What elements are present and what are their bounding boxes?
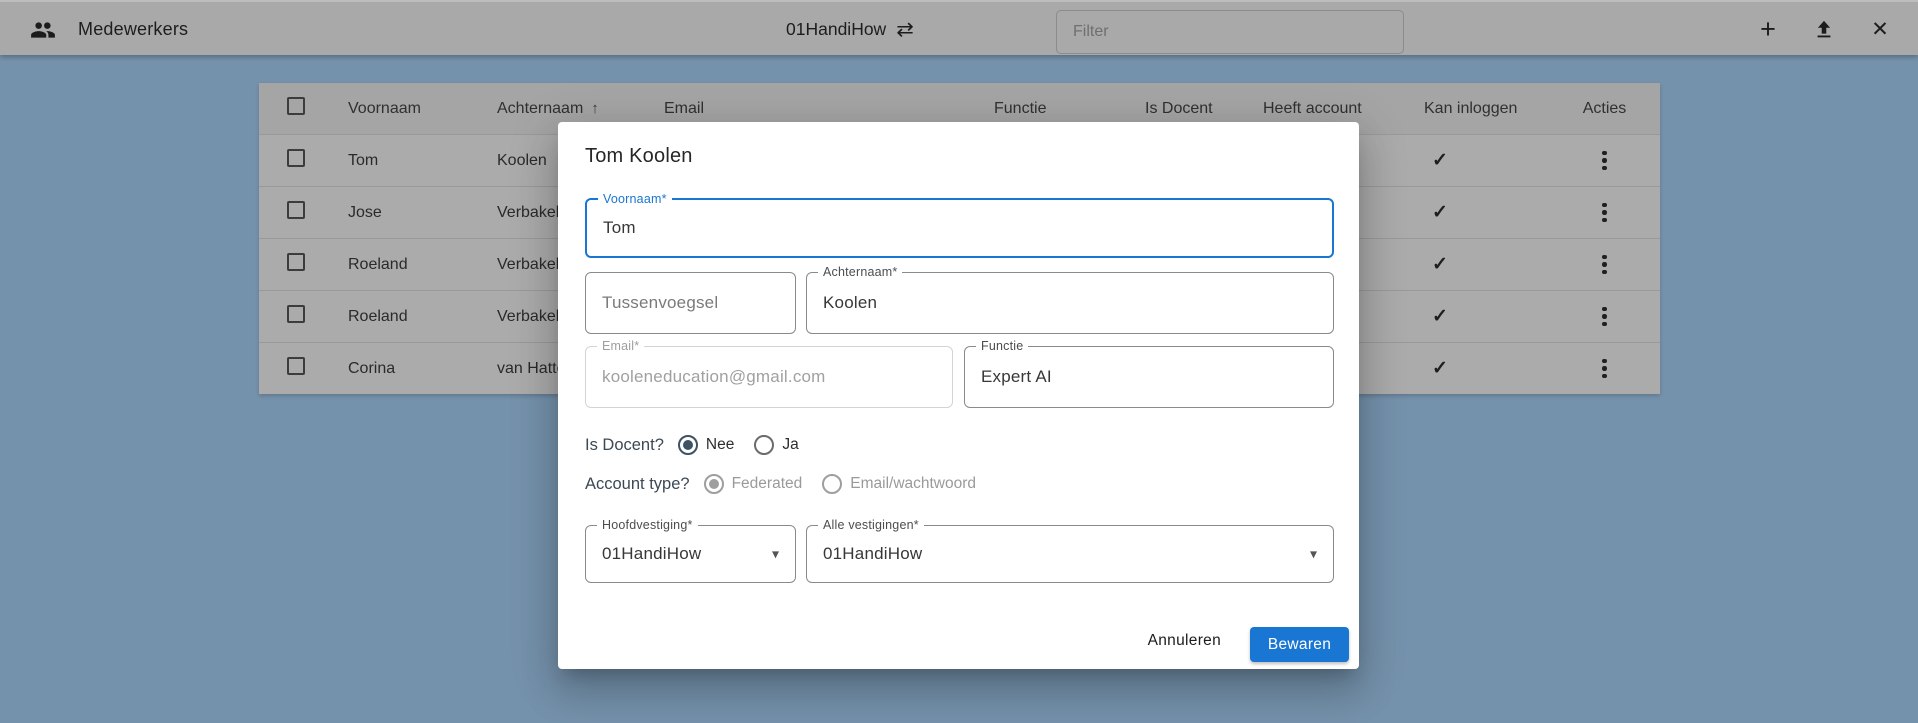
- account-type-label: Account type?: [585, 475, 690, 494]
- achternaam-field[interactable]: Achternaam* Koolen: [806, 272, 1334, 334]
- cell-voornaam: Tom: [320, 152, 469, 170]
- is-docent-radio-group: Is Docent? Nee Ja: [585, 432, 819, 458]
- row-checkbox[interactable]: [287, 201, 305, 219]
- alle-vestigingen-value: 01HandiHow: [823, 544, 922, 564]
- row-checkbox[interactable]: [287, 357, 305, 375]
- upload-icon[interactable]: [1810, 16, 1838, 44]
- row-actions-kebab-icon[interactable]: [1595, 255, 1615, 275]
- swap-organisation-icon[interactable]: ⇄: [896, 19, 914, 40]
- radio-federated-label: Federated: [732, 475, 803, 493]
- row-actions-kebab-icon[interactable]: [1595, 151, 1615, 171]
- row-actions-kebab-icon[interactable]: [1595, 307, 1615, 327]
- alle-vestigingen-label: Alle vestigingen*: [818, 517, 924, 533]
- col-header-functie[interactable]: Functie: [966, 100, 1117, 118]
- achternaam-label: Achternaam*: [818, 264, 902, 280]
- row-checkbox[interactable]: [287, 253, 305, 271]
- top-app-bar: Medewerkers 01HandiHow ⇄ Filter + ✕: [0, 0, 1918, 55]
- cell-voornaam: Roeland: [320, 308, 469, 326]
- page-title: Medewerkers: [78, 19, 188, 40]
- kan-inloggen-check-icon: ✓: [1396, 357, 1549, 380]
- radio-ja[interactable]: [754, 435, 774, 455]
- sort-ascending-icon: ↑: [591, 100, 599, 117]
- cell-voornaam: Corina: [320, 360, 469, 378]
- cell-voornaam: Roeland: [320, 256, 469, 274]
- voornaam-value: Tom: [603, 218, 636, 238]
- kan-inloggen-check-icon: ✓: [1396, 201, 1549, 224]
- close-icon[interactable]: ✕: [1866, 16, 1894, 44]
- hoofdvestiging-label: Hoofdvestiging*: [597, 517, 698, 533]
- radio-email-wachtwoord-label: Email/wachtwoord: [850, 475, 976, 493]
- col-header-voornaam[interactable]: Voornaam: [320, 100, 469, 118]
- people-icon: [30, 17, 56, 43]
- select-all-checkbox[interactable]: [287, 97, 305, 115]
- chevron-down-icon: ▾: [1310, 546, 1317, 563]
- row-actions-kebab-icon[interactable]: [1595, 203, 1615, 223]
- save-button[interactable]: Bewaren: [1250, 627, 1349, 662]
- functie-value: Expert AI: [981, 367, 1052, 387]
- dialog-title: Tom Koolen: [585, 145, 693, 168]
- radio-nee-label: Nee: [706, 436, 734, 454]
- radio-ja-label: Ja: [782, 436, 798, 454]
- cell-voornaam: Jose: [320, 204, 469, 222]
- edit-medewerker-dialog: Tom Koolen Voornaam* Tom Tussenvoegsel A…: [558, 122, 1359, 669]
- chevron-down-icon: ▾: [772, 546, 779, 563]
- col-header-acties: Acties: [1549, 100, 1660, 118]
- kan-inloggen-check-icon: ✓: [1396, 149, 1549, 172]
- alle-vestigingen-select[interactable]: Alle vestigingen* 01HandiHow ▾: [806, 525, 1334, 583]
- functie-label: Functie: [976, 338, 1028, 354]
- is-docent-label: Is Docent?: [585, 436, 664, 455]
- email-label: Email*: [597, 338, 644, 354]
- account-type-radio-group: Account type? Federated Email/wachtwoord: [585, 471, 996, 497]
- row-checkbox[interactable]: [287, 149, 305, 167]
- functie-field[interactable]: Functie Expert AI: [964, 346, 1334, 408]
- radio-nee[interactable]: [678, 435, 698, 455]
- kan-inloggen-check-icon: ✓: [1396, 253, 1549, 276]
- radio-email-wachtwoord: [822, 474, 842, 494]
- col-header-kan-inloggen[interactable]: Kan inloggen: [1396, 100, 1549, 118]
- achternaam-value: Koolen: [823, 293, 877, 313]
- row-checkbox[interactable]: [287, 305, 305, 323]
- email-field: Email* kooleneducation@gmail.com: [585, 346, 953, 408]
- voornaam-field[interactable]: Voornaam* Tom: [585, 198, 1334, 258]
- col-header-achternaam[interactable]: Achternaam ↑: [469, 100, 636, 118]
- radio-federated: [704, 474, 724, 494]
- hoofdvestiging-value: 01HandiHow: [602, 544, 701, 564]
- current-organisation: 01HandiHow: [786, 19, 886, 40]
- email-value: kooleneducation@gmail.com: [602, 367, 826, 387]
- col-header-email[interactable]: Email: [636, 100, 966, 118]
- tussenvoegsel-label: Tussenvoegsel: [602, 293, 718, 313]
- filter-placeholder: Filter: [1073, 23, 1109, 41]
- col-header-heeft-account[interactable]: Heeft account: [1235, 100, 1396, 118]
- tussenvoegsel-field[interactable]: Tussenvoegsel: [585, 272, 796, 334]
- voornaam-label: Voornaam*: [598, 191, 672, 207]
- add-medewerker-button[interactable]: +: [1754, 16, 1782, 44]
- col-header-is-docent[interactable]: Is Docent: [1117, 100, 1235, 118]
- row-actions-kebab-icon[interactable]: [1595, 359, 1615, 379]
- hoofdvestiging-select[interactable]: Hoofdvestiging* 01HandiHow ▾: [585, 525, 796, 583]
- cancel-button[interactable]: Annuleren: [1134, 623, 1235, 658]
- filter-input[interactable]: Filter: [1056, 10, 1404, 54]
- kan-inloggen-check-icon: ✓: [1396, 305, 1549, 328]
